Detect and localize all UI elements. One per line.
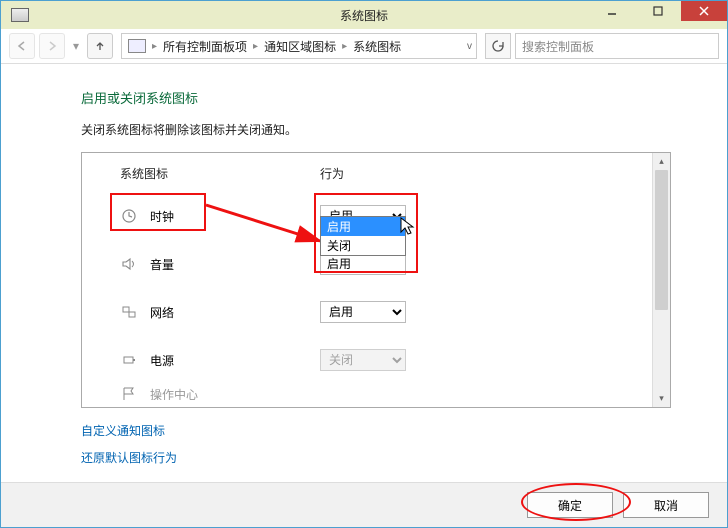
row-label: 音量 xyxy=(150,256,320,273)
search-placeholder: 搜索控制面板 xyxy=(522,38,594,55)
row-network: 网络 启用 xyxy=(82,288,670,336)
column-header-behavior: 行为 xyxy=(320,165,520,182)
page-subheading: 关闭系统图标将删除该图标并关闭通知。 xyxy=(81,121,671,138)
chevron-right-icon: ▸ xyxy=(152,41,157,52)
row-label: 时钟 xyxy=(150,208,320,225)
power-icon xyxy=(120,351,138,369)
clock-icon xyxy=(120,207,138,225)
ok-button[interactable]: 确定 xyxy=(527,492,613,518)
control-panel-icon xyxy=(128,39,146,53)
row-action-center: 操作中心 xyxy=(82,384,670,400)
clock-behavior-dropdown-list[interactable]: 启用 关闭 xyxy=(320,216,406,256)
chevron-right-icon: ▸ xyxy=(342,41,347,52)
content-area: 启用或关闭系统图标 关闭系统图标将删除该图标并关闭通知。 系统图标 行为 时钟 … xyxy=(1,64,727,466)
window-icon xyxy=(11,8,29,22)
navbar: ▾ ▸ 所有控制面板项 ▸ 通知区域图标 ▸ 系统图标 v 搜索控制面板 xyxy=(1,29,727,64)
system-icons-list: 系统图标 行为 时钟 启用 音量 启用 xyxy=(81,152,671,408)
row-power: 电源 关闭 xyxy=(82,336,670,384)
breadcrumb-item[interactable]: 系统图标 xyxy=(353,38,401,55)
link-restore-defaults[interactable]: 还原默认图标行为 xyxy=(81,449,671,466)
row-label: 操作中心 xyxy=(150,386,320,401)
row-label: 网络 xyxy=(150,304,320,321)
address-dropdown-button[interactable]: v xyxy=(467,41,472,52)
dropdown-option-off[interactable]: 关闭 xyxy=(321,236,405,255)
address-bar[interactable]: ▸ 所有控制面板项 ▸ 通知区域图标 ▸ 系统图标 v xyxy=(121,33,477,59)
power-behavior-select: 关闭 xyxy=(320,349,406,371)
network-icon xyxy=(120,303,138,321)
scroll-down-button[interactable]: ▾ xyxy=(653,390,670,407)
scroll-up-button[interactable]: ▴ xyxy=(653,153,670,170)
volume-behavior-display[interactable]: 启用 xyxy=(320,253,406,275)
row-label: 电源 xyxy=(150,352,320,369)
volume-icon xyxy=(120,255,138,273)
link-customize-notification-icons[interactable]: 自定义通知图标 xyxy=(81,422,671,439)
flag-icon xyxy=(120,385,138,400)
close-button[interactable] xyxy=(681,1,727,21)
recent-locations-button[interactable]: ▾ xyxy=(69,34,83,58)
dialog-footer: 确定 取消 xyxy=(1,482,727,527)
cancel-button[interactable]: 取消 xyxy=(623,492,709,518)
window-controls xyxy=(589,1,727,21)
titlebar: 系统图标 xyxy=(1,1,727,29)
maximize-button[interactable] xyxy=(635,1,681,21)
related-links: 自定义通知图标 还原默认图标行为 xyxy=(81,422,671,466)
vertical-scrollbar[interactable]: ▴ ▾ xyxy=(652,153,670,407)
refresh-button[interactable] xyxy=(485,33,511,59)
search-input[interactable]: 搜索控制面板 xyxy=(515,33,719,59)
up-button[interactable] xyxy=(87,33,113,59)
page-heading: 启用或关闭系统图标 xyxy=(81,88,671,107)
network-behavior-select[interactable]: 启用 xyxy=(320,301,406,323)
window-title: 系统图标 xyxy=(340,7,388,24)
list-header: 系统图标 行为 xyxy=(82,153,670,192)
forward-button[interactable] xyxy=(39,33,65,59)
column-header-icon: 系统图标 xyxy=(120,165,320,182)
control-panel-window: 系统图标 ▾ ▸ 所有控制面板项 ▸ 通知区域图标 ▸ 系统图标 v 搜索控制面… xyxy=(0,0,728,528)
back-button[interactable] xyxy=(9,33,35,59)
chevron-right-icon: ▸ xyxy=(253,41,258,52)
breadcrumb-item[interactable]: 通知区域图标 xyxy=(264,38,336,55)
minimize-button[interactable] xyxy=(589,1,635,21)
dropdown-option-on[interactable]: 启用 xyxy=(321,217,405,236)
scroll-thumb[interactable] xyxy=(655,170,668,310)
breadcrumb-item[interactable]: 所有控制面板项 xyxy=(163,38,247,55)
